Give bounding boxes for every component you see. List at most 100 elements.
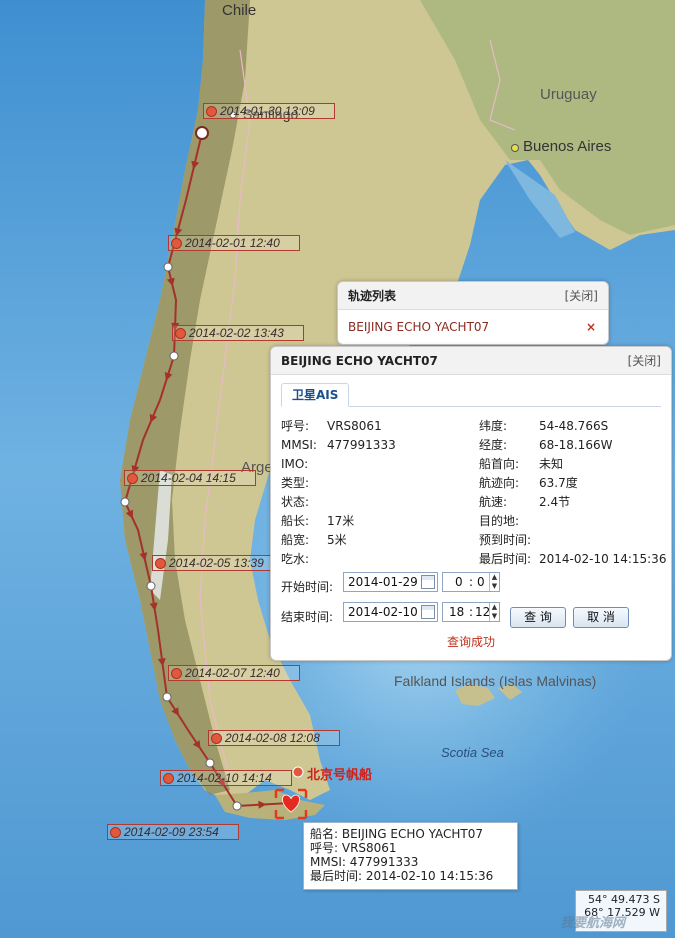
marker-pin-icon <box>206 106 217 117</box>
track-waypoint[interactable] <box>205 758 215 768</box>
tooltip-line: MMSI: 477991333 <box>310 855 419 869</box>
vessel-panel-close-button[interactable]: [关闭] <box>628 347 661 375</box>
end-date-input[interactable]: 2014-02-10 <box>343 602 438 622</box>
info-value: VRS8061 <box>327 419 382 433</box>
start-date-input[interactable]: 2014-01-29 <box>343 572 438 592</box>
info-value: 未知 <box>539 457 564 471</box>
coord-lat: 54° 49.473 S <box>588 893 660 906</box>
start-time-input[interactable]: 0 : 0 ▲ ▼ <box>442 572 500 592</box>
vessel-panel-title: BEIJING ECHO YACHT07 <box>281 354 438 368</box>
info-value: 2.4节 <box>539 495 571 509</box>
query-status: 查询成功 <box>447 635 496 649</box>
track-waypoint[interactable] <box>162 692 172 702</box>
place-chile: Chile <box>222 2 257 19</box>
vessel-info-grid: 呼号: VRS8061 MMSI: 477991333 IMO: 类型: 状态: 船长: 17米… <box>271 407 671 566</box>
info-key: IMO: <box>281 457 309 471</box>
marker-pin-icon <box>110 827 121 838</box>
track-list-header: 轨迹列表 [关闭] <box>338 282 608 310</box>
track-label[interactable]: 2014-02-05 13:39 <box>152 555 284 571</box>
calendar-icon[interactable] <box>421 605 435 619</box>
info-row: 船首向: 未知 <box>479 457 669 471</box>
info-key: 目的地: <box>479 514 520 528</box>
info-row: 状态: <box>281 495 471 509</box>
info-value: 68-18.166W <box>539 438 613 452</box>
info-row: 纬度: 54-48.766S <box>479 419 669 433</box>
info-row: 预到时间: <box>479 533 669 547</box>
marker-pin-icon <box>211 733 222 744</box>
start-time-label: 开始时间: <box>281 580 334 594</box>
track-label[interactable]: 2014-02-09 23:54 <box>107 824 239 840</box>
track-label[interactable]: 2014-01-30 13:09 <box>203 103 335 119</box>
info-row: 经度: 68-18.166W <box>479 438 669 452</box>
vessel-tooltip: 船名: BEIJING ECHO YACHT07 呼号: VRS8061 MMS… <box>303 822 518 890</box>
info-row: 航速: 2.4节 <box>479 495 669 509</box>
place-scotia-sea: Scotia Sea <box>441 745 504 760</box>
track-label[interactable]: 2014-02-04 14:15 <box>124 470 256 486</box>
info-row: 船长: 17米 <box>281 514 471 528</box>
info-key: 船宽: <box>281 533 310 547</box>
calendar-icon[interactable] <box>421 575 435 589</box>
info-key: 船长: <box>281 514 310 528</box>
info-key: 船首向: <box>479 457 520 471</box>
track-label[interactable]: 2014-02-01 12:40 <box>168 235 300 251</box>
info-key: 最后时间: <box>479 552 532 566</box>
tooltip-line: 呼号: VRS8061 <box>310 841 397 855</box>
city-marker-buenos-aires <box>511 144 519 152</box>
track-list-item-name[interactable]: BEIJING ECHO YACHT07 <box>348 320 489 334</box>
info-key: 状态: <box>281 495 310 509</box>
info-row: 呼号: VRS8061 <box>281 419 471 433</box>
tooltip-line: 船名: BEIJING ECHO YACHT07 <box>310 827 484 841</box>
info-row: IMO: <box>281 457 471 471</box>
place-buenos-aires: Buenos Aires <box>523 138 612 155</box>
time-spinner[interactable]: ▲ ▼ <box>489 603 499 621</box>
track-waypoint[interactable] <box>120 497 130 507</box>
info-row: 航迹向: 63.7度 <box>479 476 669 490</box>
info-key: 航速: <box>479 495 508 509</box>
info-key: 纬度: <box>479 419 508 433</box>
info-key: MMSI: <box>281 438 317 452</box>
info-row: 吃水: <box>281 552 471 566</box>
info-value: 2014-02-10 14:15:36 <box>539 552 667 566</box>
marker-pin-icon <box>175 328 186 339</box>
vessel-info-panel: BEIJING ECHO YACHT07 [关闭] 卫星AIS 呼号: VRS80… <box>270 346 672 661</box>
ship-name-label[interactable]: 北京号帆船 <box>307 764 372 783</box>
info-row: 目的地: <box>479 514 669 528</box>
track-label[interactable]: 2014-02-08 12:08 <box>208 730 340 746</box>
query-button[interactable]: 查 询 <box>510 607 566 628</box>
track-label[interactable]: 2014-02-10 14:14 <box>160 770 292 786</box>
track-label[interactable]: 2014-02-02 13:43 <box>172 325 304 341</box>
track-list-close-button[interactable]: [关闭] <box>565 282 598 310</box>
track-waypoint[interactable] <box>163 262 173 272</box>
track-list-panel: 轨迹列表 [关闭] BEIJING ECHO YACHT07 × <box>337 281 609 345</box>
track-waypoint[interactable] <box>169 351 179 361</box>
info-key: 预到时间: <box>479 533 532 547</box>
info-row: 最后时间: 2014-02-10 14:15:36 <box>479 552 669 566</box>
track-label[interactable]: 2014-02-07 12:40 <box>168 665 300 681</box>
info-value: 5米 <box>327 533 347 547</box>
info-key: 呼号: <box>281 419 310 433</box>
ship-pin-icon <box>292 766 304 778</box>
info-value: 477991333 <box>327 438 396 452</box>
info-row: MMSI: 477991333 <box>281 438 471 452</box>
end-time-input[interactable]: 18 : 12 ▲ ▼ <box>442 602 500 622</box>
info-row: 船宽: 5米 <box>281 533 471 547</box>
time-spinner[interactable]: ▲ ▼ <box>489 573 499 591</box>
track-list-title: 轨迹列表 <box>348 289 397 303</box>
cancel-button[interactable]: 取 消 <box>573 607 629 628</box>
vessel-panel-header: BEIJING ECHO YACHT07 [关闭] <box>271 347 671 375</box>
watermark-logo: 我要航海网 <box>560 916 626 931</box>
marker-pin-icon <box>127 473 138 484</box>
track-waypoint[interactable] <box>146 581 156 591</box>
info-value: 17米 <box>327 514 355 528</box>
info-key: 吃水: <box>281 552 310 566</box>
info-value: 54-48.766S <box>539 419 609 433</box>
remove-track-icon[interactable]: × <box>586 320 596 334</box>
place-uruguay: Uruguay <box>540 86 597 103</box>
track-start-marker[interactable] <box>195 126 209 140</box>
marker-pin-icon <box>171 668 182 679</box>
marker-pin-icon <box>155 558 166 569</box>
tab-satellite-ais[interactable]: 卫星AIS <box>281 383 350 407</box>
track-waypoint[interactable] <box>232 801 242 811</box>
info-value: 63.7度 <box>539 476 578 490</box>
track-list-item[interactable]: BEIJING ECHO YACHT07 × <box>338 310 608 344</box>
